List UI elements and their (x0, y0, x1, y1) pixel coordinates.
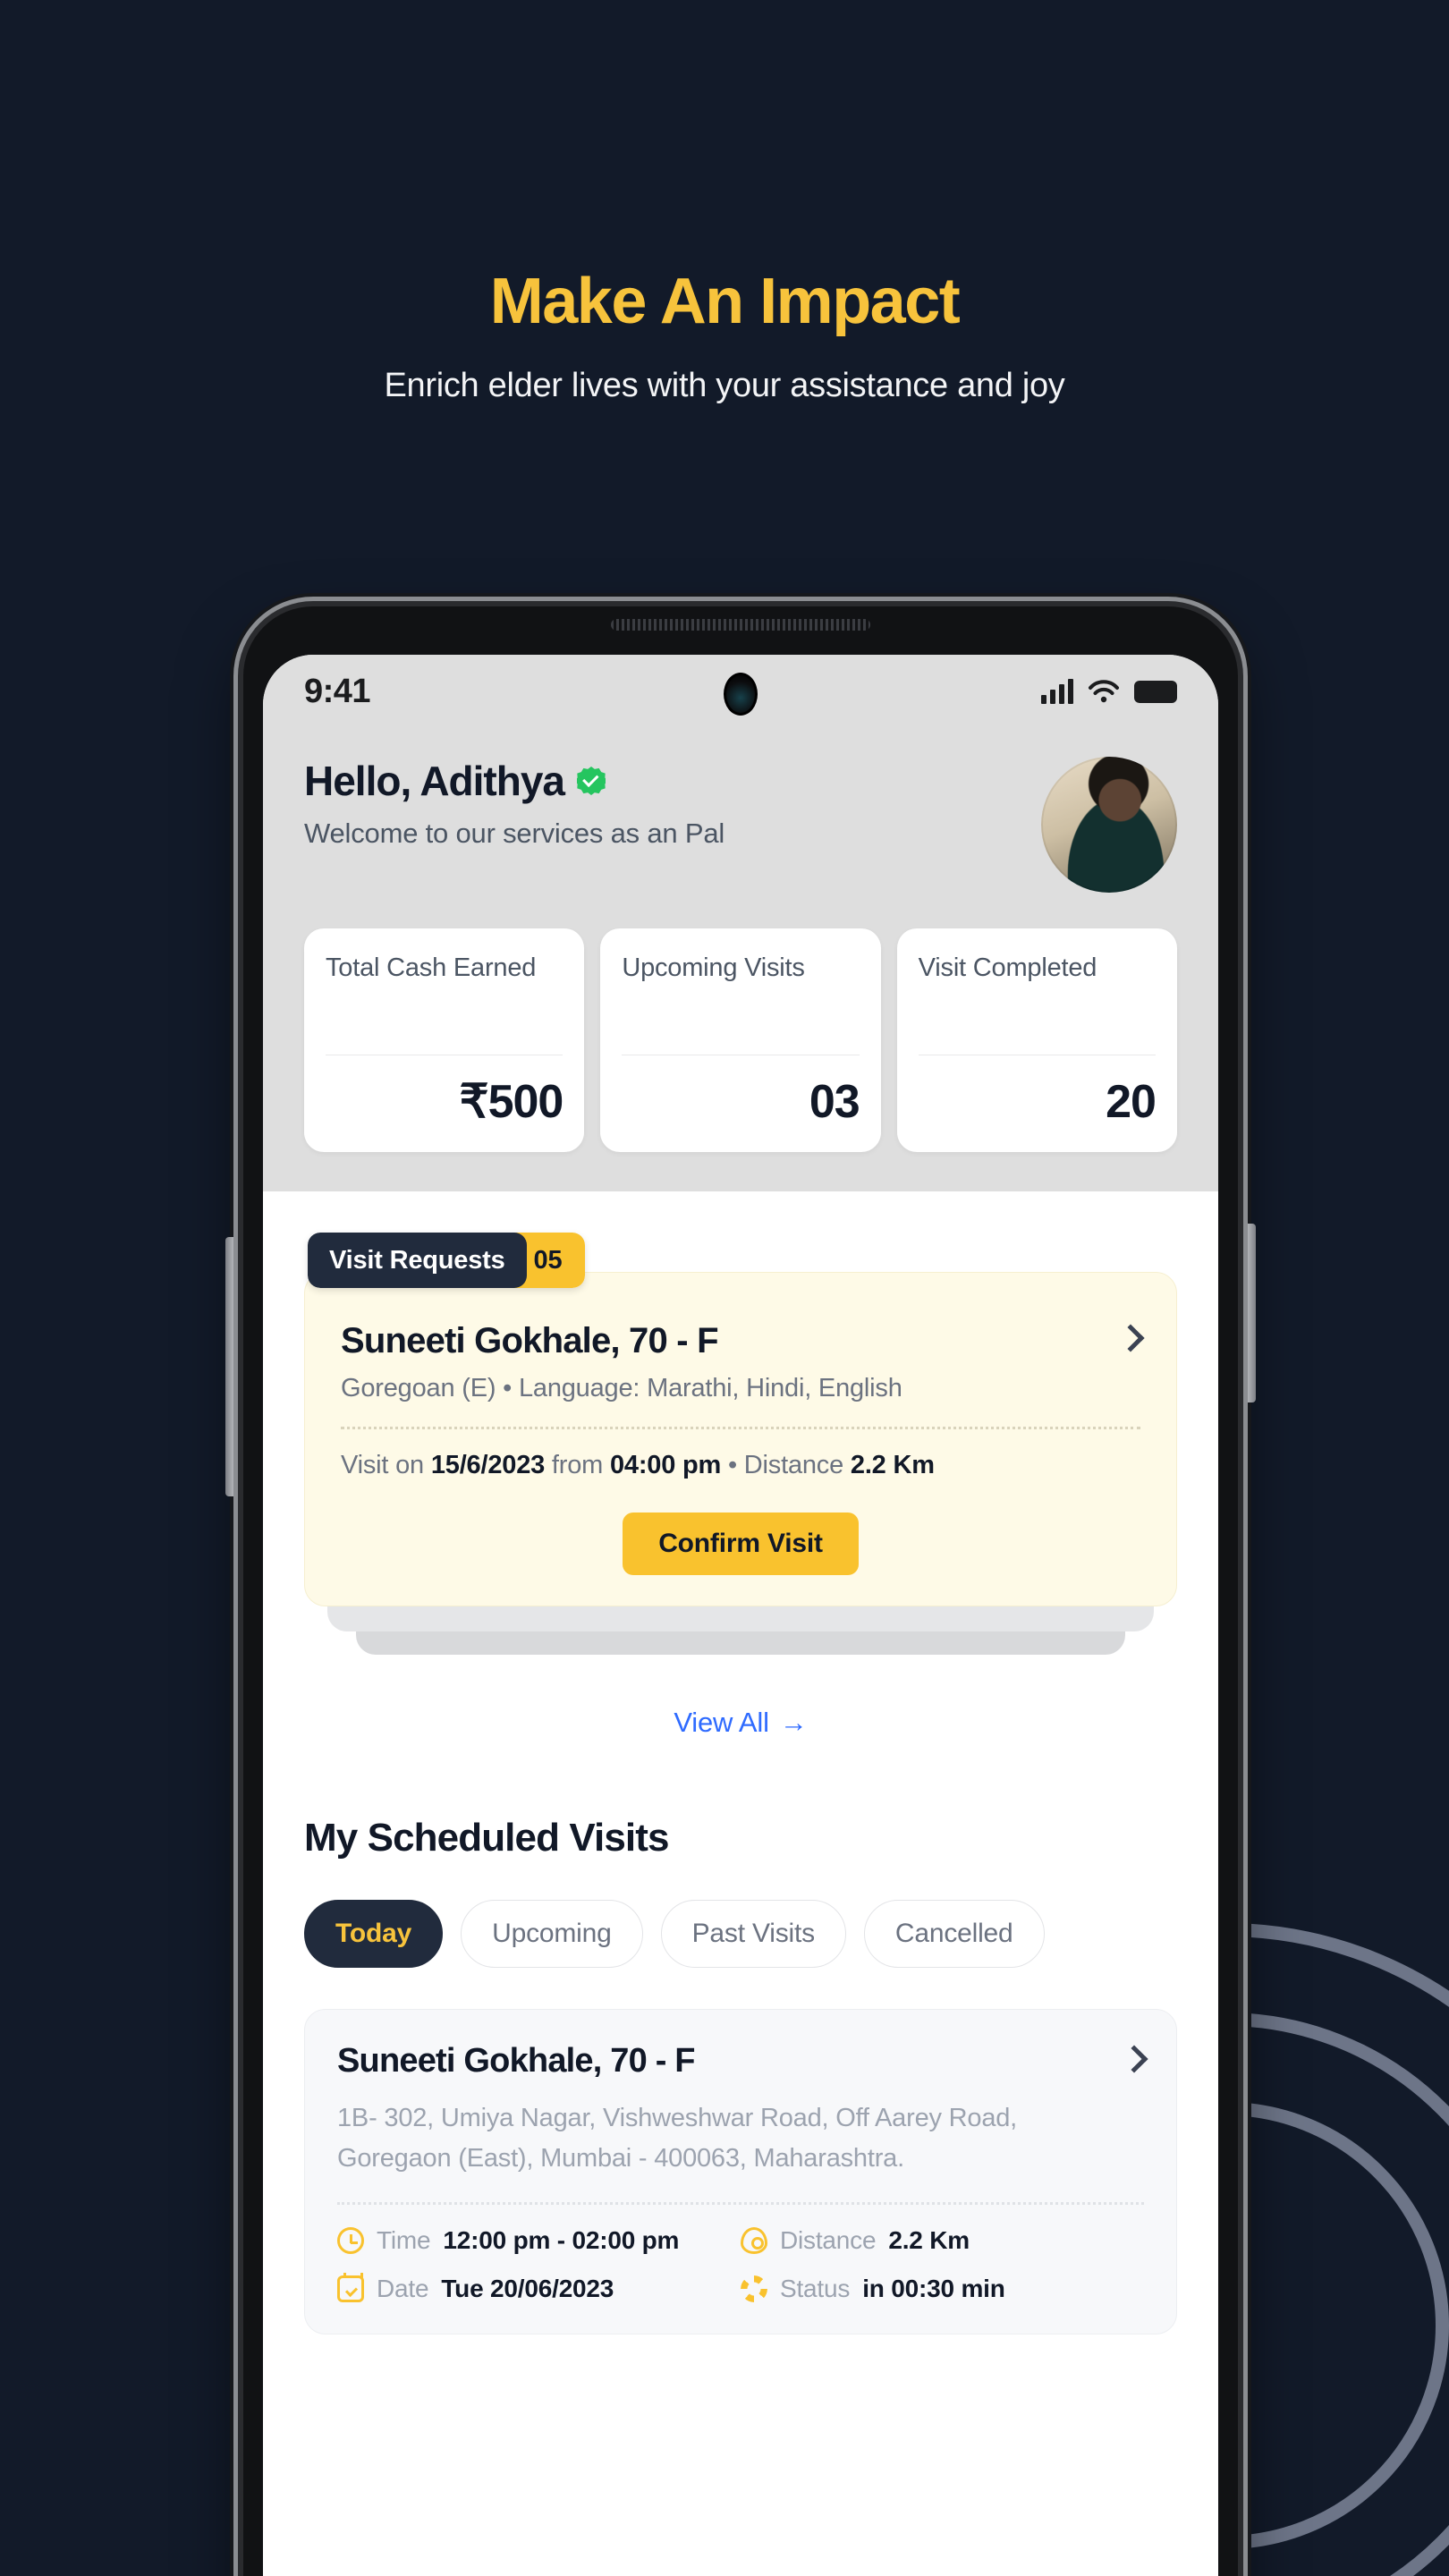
scheduled-visit-address: 1B- 302, Umiya Nagar, Vishweshwar Road, … (337, 2098, 1144, 2179)
stat-card-visit-completed[interactable]: Visit Completed 20 (896, 928, 1177, 1152)
scheduled-visit-details: Time 12:00 pm - 02:00 pm Distance 2.2 Km… (337, 2226, 1144, 2303)
stacked-card-layer-1 (327, 1606, 1154, 1631)
hero-title: Make An Impact (489, 266, 961, 337)
view-all-link[interactable]: View All → (674, 1707, 807, 1739)
stacked-card-layer-2 (356, 1631, 1125, 1655)
wifi-icon (1089, 680, 1119, 703)
visit-request-name: Suneeti Gokhale, 70 - F (341, 1321, 719, 1360)
view-all-row: View All → (304, 1707, 1177, 1739)
stats-row: Total Cash Earned ₹500 Upcoming Visits 0… (304, 928, 1177, 1152)
confirm-visit-wrapper: Confirm Visit (341, 1513, 1140, 1575)
divider-dotted (337, 2201, 1144, 2205)
volume-button[interactable] (225, 1237, 233, 1496)
hero-headline: Make An Impact Enrich elder lives with y… (0, 266, 1449, 405)
arrow-right-icon: → (779, 1707, 808, 1738)
tab-cancelled[interactable]: Cancelled (863, 1900, 1045, 1968)
scheduled-visit-name: Suneeti Gokhale, 70 - F (337, 2042, 696, 2080)
address-line-2: Goregaon (East), Mumbai - 400063, Mahara… (337, 2143, 904, 2173)
greeting-title: Hello, Adithya (304, 757, 724, 805)
detail-value: 2.2 Km (888, 2225, 970, 2254)
divider-dotted (341, 1427, 1140, 1429)
tab-today[interactable]: Today (304, 1900, 444, 1968)
location-pin-icon (741, 2226, 767, 2254)
avatar[interactable] (1041, 757, 1177, 893)
visit-request-card[interactable]: Suneeti Gokhale, 70 - F Goregoan (E) • L… (304, 1272, 1177, 1606)
stat-label: Upcoming Visits (622, 953, 805, 982)
detail-key: Time (377, 2225, 431, 2254)
promo-screenshot: Make An Impact Enrich elder lives with y… (0, 0, 1449, 2576)
detail-status: Status in 00:30 min (741, 2275, 1144, 2303)
visit-requests-badge-label: Visit Requests (308, 1233, 527, 1288)
greeting-text: Hello, Adithya (304, 758, 565, 804)
earpiece-speaker (611, 619, 870, 631)
detail-value: Tue 20/06/2023 (441, 2274, 614, 2302)
visit-filter-tabs: Today Upcoming Past Visits Cancelled (304, 1900, 1177, 1968)
distance-label: Distance (743, 1451, 851, 1479)
stat-value: ₹500 (459, 1076, 564, 1128)
battery-icon (1134, 680, 1177, 703)
verified-badge-icon (577, 767, 606, 795)
greeting-block: Hello, Adithya Welcome to our services a… (304, 757, 724, 850)
phone-screen: 9:41 Hello, Adithya Welcome to our servi… (263, 655, 1218, 2576)
chevron-right-icon[interactable] (1116, 1324, 1145, 1352)
visit-requests-badge[interactable]: Visit Requests 05 (308, 1233, 586, 1288)
visit-on-label: Visit on (341, 1451, 431, 1479)
clock-icon (337, 2226, 364, 2254)
stat-value: 20 (1106, 1076, 1157, 1128)
visit-date: 15/6/2023 (430, 1451, 546, 1479)
detail-value: 12:00 pm - 02:00 pm (443, 2225, 680, 2254)
detail-date: Date Tue 20/06/2023 (337, 2272, 741, 2303)
stat-label: Visit Completed (918, 953, 1097, 982)
stat-label: Total Cash Earned (326, 953, 537, 982)
greeting-row: Hello, Adithya Welcome to our services a… (304, 757, 1177, 893)
status-bar-indicators (1041, 679, 1177, 704)
status-bar: 9:41 (263, 655, 1218, 728)
detail-time: Time 12:00 pm - 02:00 pm (337, 2226, 741, 2255)
greeting-subtitle: Welcome to our services as an Pal (304, 818, 725, 849)
power-button[interactable] (1248, 1224, 1256, 1402)
distance-value: 2.2 Km (850, 1451, 935, 1479)
front-camera-punch-hole (724, 673, 758, 716)
detail-distance: Distance 2.2 Km (741, 2226, 1144, 2255)
view-all-label: View All (674, 1707, 769, 1738)
spinner-icon (741, 2275, 767, 2302)
stat-value: 03 (809, 1076, 860, 1128)
page-title: My Scheduled Visits (304, 1816, 669, 1860)
detail-key: Status (780, 2274, 851, 2302)
stat-card-upcoming-visits[interactable]: Upcoming Visits 03 (600, 928, 881, 1152)
detail-key: Date (377, 2274, 429, 2302)
app-body: Visit Requests 05 Suneeti Gokhale, 70 - … (263, 1191, 1218, 2334)
address-line-1: 1B- 302, Umiya Nagar, Vishweshwar Road, … (337, 2104, 1018, 2132)
stat-card-total-cash-earned[interactable]: Total Cash Earned ₹500 (304, 928, 585, 1152)
detail-key: Distance (780, 2225, 877, 2254)
chevron-right-icon[interactable] (1120, 2045, 1148, 2073)
visit-request-schedule: Visit on 15/6/2023 from 04:00 pm • Dista… (341, 1451, 1140, 1480)
tab-upcoming[interactable]: Upcoming (461, 1900, 643, 1968)
scheduled-visit-card[interactable]: Suneeti Gokhale, 70 - F 1B- 302, Umiya N… (304, 2009, 1177, 2334)
calendar-icon (337, 2272, 364, 2302)
phone-mockup: 9:41 Hello, Adithya Welcome to our servi… (225, 606, 1256, 2576)
scheduled-visit-header: Suneeti Gokhale, 70 - F (337, 2042, 1148, 2080)
visit-from-label: from (545, 1451, 610, 1479)
tab-past-visits[interactable]: Past Visits (660, 1900, 846, 1968)
confirm-visit-button[interactable]: Confirm Visit (623, 1513, 859, 1575)
hero-subtitle: Enrich elder lives with your assistance … (384, 366, 1065, 404)
status-bar-clock: 9:41 (304, 672, 371, 710)
app-header: Hello, Adithya Welcome to our services a… (263, 728, 1218, 1191)
signal-bars-icon (1041, 679, 1073, 704)
detail-value: in 00:30 min (862, 2274, 1005, 2302)
visit-request-meta: Goregoan (E) • Language: Marathi, Hindi,… (341, 1374, 902, 1402)
visit-request-header: Suneeti Gokhale, 70 - F (341, 1321, 1145, 1361)
visit-time: 04:00 pm (609, 1451, 722, 1479)
visit-separator: • (721, 1451, 744, 1479)
